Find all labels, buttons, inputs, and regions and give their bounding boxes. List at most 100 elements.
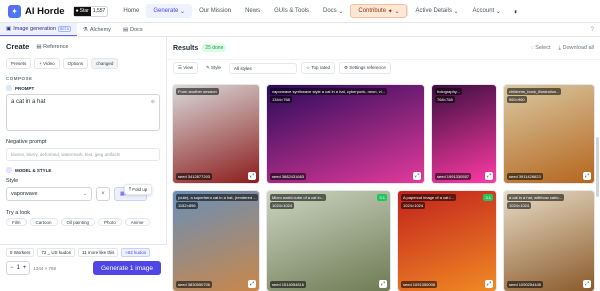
nav-active-details[interactable]: Active Details ⌄ bbox=[408, 4, 465, 18]
nav-generate[interactable]: Generate ⌄ bbox=[146, 4, 193, 18]
style-filter-select[interactable]: All styles bbox=[229, 62, 298, 74]
result-image-card[interactable]: a cat in a hat, withhow carto... 1024×102… bbox=[504, 191, 594, 291]
negative-prompt-input[interactable]: lowres, blurry, deformed, watermark, tex… bbox=[6, 148, 160, 161]
results-panel: Results 25 done ◌ Select ⤓ Download all … bbox=[167, 37, 600, 291]
look-chip[interactable]: Anime bbox=[124, 218, 150, 226]
generate-button[interactable]: Generate 1 image bbox=[92, 261, 161, 275]
expand-icon[interactable]: ⤢ bbox=[583, 280, 591, 288]
star-count: 1,557 bbox=[92, 8, 106, 14]
look-chip[interactable]: Cartoon bbox=[29, 218, 58, 226]
nav-mission[interactable]: Our Mission bbox=[192, 4, 238, 18]
nav-docs[interactable]: Docs ⌄ bbox=[316, 4, 350, 18]
chevron-down-icon: ⌄ bbox=[495, 8, 501, 15]
result-image-card[interactable]: vaporwave synthwave style a cat in a hat… bbox=[267, 85, 424, 183]
result-image-card[interactable]: holography... 768×768 seed 1991330557 ⤢ bbox=[432, 85, 496, 183]
download-all-button[interactable]: ⤓ Download all bbox=[559, 45, 594, 52]
dimension-badge: 1344×768 bbox=[270, 96, 292, 103]
horde-logo-icon: ✦ bbox=[8, 4, 21, 18]
expand-icon[interactable]: ⤢ bbox=[248, 172, 256, 180]
presets-button[interactable]: Presets bbox=[6, 57, 32, 69]
plus-icon[interactable]: + bbox=[23, 265, 27, 271]
logo[interactable]: ✦ AI Horde bbox=[8, 4, 65, 18]
view-label: View bbox=[183, 65, 193, 70]
prompt-badge: vaporwave synthwave style a cat in a hat… bbox=[270, 88, 387, 95]
dimensions-label: 1344 × 768 bbox=[33, 265, 57, 271]
result-image-card[interactable]: Micro world cube of a cat in... 1024×1024… bbox=[267, 191, 390, 291]
select-button[interactable]: ◌ Select bbox=[530, 45, 550, 52]
seed-label: seed 3911426623 bbox=[507, 173, 543, 180]
seed-label: seed 3412877203 bbox=[176, 173, 213, 180]
help-icon[interactable]: ? bbox=[591, 27, 594, 33]
brand-name: AI Horde bbox=[25, 5, 65, 17]
look-chip[interactable]: Oil painting bbox=[60, 218, 96, 226]
download-label: Download all bbox=[562, 44, 595, 51]
done-badge: 25 done bbox=[202, 44, 227, 52]
help-label: ? bbox=[590, 26, 594, 33]
settings-reference-button[interactable]: ⚙ Settings reference bbox=[339, 62, 391, 74]
prompt-input[interactable]: a cat in a hat ⊕ bbox=[6, 94, 160, 131]
style-filter-value: All styles bbox=[234, 65, 252, 71]
fold-up-button[interactable]: ⤒ Fold up bbox=[124, 184, 153, 195]
expand-icon[interactable]: ⤢ bbox=[485, 280, 493, 288]
doc-icon: ▤ bbox=[122, 26, 129, 33]
top-rated-button[interactable]: ☆ Top rated bbox=[301, 62, 335, 74]
tab-alchemy-label: Alchemy bbox=[89, 26, 111, 33]
options-button[interactable]: Options bbox=[62, 57, 89, 69]
style-select[interactable]: vaporwave ⌄ bbox=[6, 187, 92, 201]
nav-contribute[interactable]: Contribute ✦ ⌄ bbox=[350, 4, 408, 18]
nav-home[interactable]: Home bbox=[116, 4, 146, 18]
github-star-button[interactable]: ● Star 1,557 bbox=[72, 5, 109, 17]
video-button[interactable]: + Video bbox=[34, 57, 60, 69]
minus-icon[interactable]: − bbox=[10, 265, 14, 271]
github-icon: ● Star bbox=[73, 6, 91, 16]
scrollbar[interactable] bbox=[596, 137, 599, 197]
dimension-badge: 1152×896 bbox=[176, 202, 198, 209]
tab-image-generation-label: Image generation bbox=[13, 26, 57, 32]
model-style-label: MODEL & STYLE bbox=[15, 167, 52, 173]
theme-toggle-icon[interactable]: ◐ bbox=[514, 7, 519, 16]
clear-style-button[interactable]: × bbox=[96, 187, 110, 201]
result-image-card[interactable]: (cute), a superhero cat in a hat, (rende… bbox=[173, 191, 259, 291]
expand-icon[interactable]: ⤢ bbox=[583, 172, 591, 180]
chevron-down-icon: ⌄ bbox=[338, 8, 344, 15]
reference-label: Reference bbox=[43, 43, 69, 50]
look-chip[interactable]: Film bbox=[6, 218, 27, 226]
settings-reference-label: Settings reference bbox=[349, 65, 386, 70]
seed-label: seed 1991330557 bbox=[435, 173, 472, 180]
fold-up-label: Fold up bbox=[132, 187, 148, 192]
prompt-label: PROMPT bbox=[15, 85, 35, 91]
changed-badge[interactable]: changed bbox=[91, 57, 119, 69]
style-filter-label: ✎ Style bbox=[205, 65, 222, 70]
nav-active-details-label: Active Details bbox=[415, 8, 452, 14]
result-image-card[interactable]: From another session seed 3412877203 ⤢ bbox=[173, 85, 259, 183]
tab-docs[interactable]: ▤ Docs bbox=[117, 23, 149, 36]
result-image-card[interactable]: A papercut image of a cat i... 1024×1024 3… bbox=[398, 191, 496, 291]
copy-icon[interactable]: ⊕ bbox=[151, 99, 155, 105]
tab-image-generation[interactable]: ▣ Image generation BETA bbox=[0, 23, 77, 36]
view-button[interactable]: ☰ View bbox=[173, 62, 198, 74]
image-count-stepper[interactable]: −1 + bbox=[6, 261, 31, 275]
expand-icon[interactable]: ⤢ bbox=[379, 280, 387, 288]
rating-badge: 3.1 bbox=[483, 194, 493, 201]
kudos-info: 72 _ US kudos bbox=[37, 248, 75, 257]
seed-label: seed 3830550706 bbox=[176, 281, 213, 288]
nav-account[interactable]: Account ⌄ bbox=[466, 4, 508, 18]
expand-icon[interactable]: ⤢ bbox=[413, 172, 421, 180]
style-filter-text: Style bbox=[211, 65, 222, 70]
nav-account-label: Account bbox=[472, 8, 495, 14]
result-image-card[interactable]: childrens_book_illustration... 960×960 see… bbox=[504, 85, 594, 183]
tab-alchemy[interactable]: ⚗ Alchemy bbox=[77, 23, 117, 36]
nav-guis-tools[interactable]: GUIs & Tools bbox=[267, 4, 316, 18]
nav-news[interactable]: News bbox=[238, 4, 267, 18]
prompt-badge: Micro world cube of a cat in... bbox=[270, 194, 327, 201]
look-chip[interactable]: Photo bbox=[98, 218, 122, 226]
expand-icon[interactable]: ⤢ bbox=[485, 172, 493, 180]
prompt-icon bbox=[6, 85, 12, 91]
dimension-badge: 1024×1024 bbox=[507, 202, 532, 209]
style-icon bbox=[6, 167, 12, 173]
reference-link[interactable]: ▤ Reference bbox=[36, 44, 68, 50]
nav-contribute-label: Contribute bbox=[358, 8, 387, 14]
expand-icon[interactable]: ⤢ bbox=[248, 280, 256, 288]
create-panel: Create ▤ Reference Presets + Video Optio… bbox=[0, 37, 167, 279]
image-icon: ▣ bbox=[6, 26, 12, 32]
